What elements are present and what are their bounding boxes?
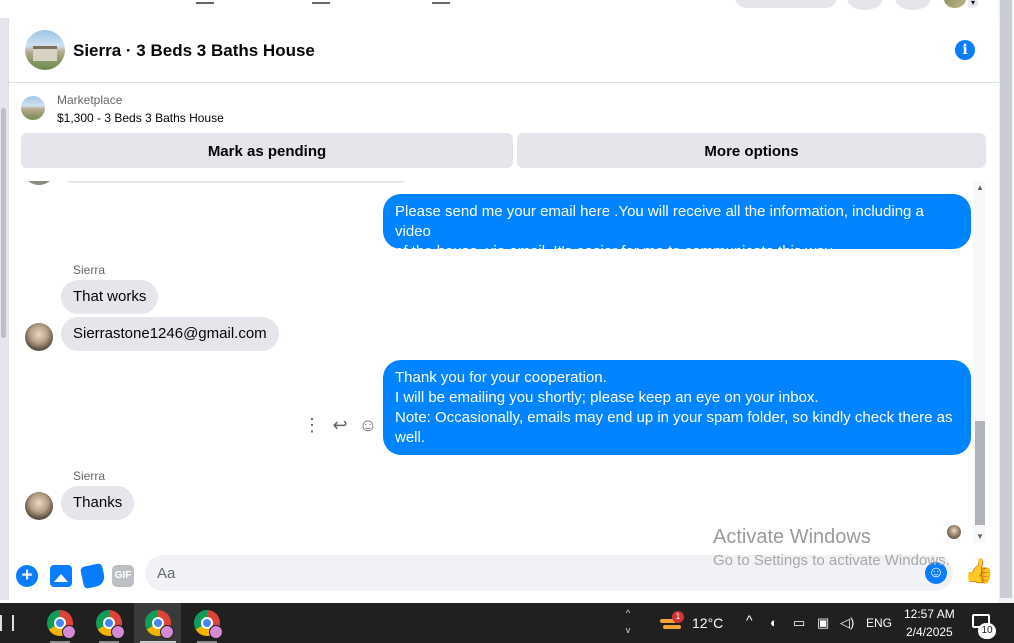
outgoing-message[interactable]: Please send me your email here .You will… [383,194,971,260]
react-icon[interactable]: ☺ [357,414,379,436]
chevron-up-icon[interactable]: ^ [622,605,634,622]
clock-time[interactable]: 12:57 AM [904,607,955,621]
chrome-profile-3-icon[interactable] [145,610,174,639]
marketplace-label: Marketplace [57,93,123,107]
marketplace-banner: Marketplace $1,300 - 3 Beds 3 Baths Hous… [9,83,999,181]
info-icon[interactable]: i [955,40,975,60]
page-scrollbar[interactable] [998,0,1014,603]
meet-now-icon[interactable]: ◐ [770,615,778,630]
conversation-avatar[interactable] [25,30,65,70]
message-text: Please send me your email here .You will… [395,203,924,240]
message-text: I will be emailing you shortly; please k… [395,389,819,406]
scroll-down-arrow-icon[interactable]: ▼ [976,532,984,541]
network-icon[interactable]: ▣ [817,615,829,631]
notification-count-badge: 10 [978,623,996,639]
chrome-profile-4-icon[interactable] [194,610,223,639]
groups-icon[interactable] [432,0,450,4]
outgoing-message[interactable]: Thank you for your cooperation. I will b… [383,360,971,455]
scroll-up-arrow-icon[interactable]: ▲ [976,183,984,192]
show-hidden-icons-icon[interactable]: ^ [746,612,753,628]
message-text: Note: Occasionally, emails may end up in… [395,409,953,426]
sender-name: Sierra [73,469,106,483]
incoming-message[interactable]: That works [61,280,159,314]
battery-icon[interactable]: ▭ [793,615,805,631]
read-receipt-avatar [947,525,961,539]
message-composer: + GIF ☺ 👍 [9,552,999,600]
tray-scroll-arrows[interactable]: ^ v [622,605,634,639]
weather-temperature[interactable]: 12°C [692,615,723,631]
sender-name: Sierra [73,263,106,277]
reply-icon[interactable]: ↩ [329,414,351,436]
photo-icon[interactable] [50,565,72,587]
windows-taskbar: ^ v 1 12°C ^ ◐ ▭ ▣ ◁) ENG 12:57 AM 2/4/2… [0,603,1014,643]
chrome-profile-1-icon[interactable] [47,610,76,639]
message-text: well. [395,429,426,446]
chat-header: Sierra · 3 Beds 3 Baths House i [9,18,999,83]
volume-icon[interactable]: ◁) [840,615,854,631]
chevron-down-icon[interactable]: ▾ [968,0,978,8]
task-view-icon[interactable] [0,615,14,631]
message-input[interactable] [145,555,953,591]
sender-avatar[interactable] [25,492,53,520]
more-options-button[interactable]: More options [517,133,986,168]
message-scrollbar[interactable]: ▲ ▼ [973,181,985,543]
gif-icon[interactable]: GIF [112,565,134,587]
messenger-icon[interactable] [847,0,883,10]
partial-avatar [25,181,53,185]
find-friends-button[interactable] [735,0,837,8]
sticker-icon[interactable] [79,562,107,590]
more-actions-icon[interactable]: ⋮ [301,414,323,436]
chevron-down-icon[interactable]: v [622,622,634,639]
weather-badge: 1 [672,611,684,623]
listing-thumbnail[interactable] [21,96,45,120]
message-text: Thank you for your cooperation. [395,369,607,386]
chat-window: Sierra · 3 Beds 3 Baths House i Marketpl… [8,18,999,600]
emoji-icon[interactable]: ☺ [925,562,947,584]
sender-avatar[interactable] [25,323,53,351]
home-icon[interactable] [196,0,214,4]
facebook-top-bar: ▾ [0,0,998,19]
account-avatar[interactable] [944,0,966,8]
mark-as-pending-button[interactable]: Mark as pending [21,133,513,168]
incoming-message[interactable]: Thanks [61,486,135,520]
chrome-profile-2-icon[interactable] [96,610,125,639]
notifications-icon[interactable] [895,0,931,10]
incoming-message[interactable]: Sierrastone1246@gmail.com [61,317,279,351]
thumbs-up-icon[interactable]: 👍 [964,558,994,586]
partial-message-bubble [61,181,411,183]
message-list[interactable]: Please send me your email here .You will… [9,181,985,543]
message-actions: ⋮ ↩ ☺ [301,414,381,436]
message-text: of the house, via email. It's easier for… [395,243,833,260]
message-scrollbar-thumb[interactable] [975,421,985,525]
page-left-edge [0,18,8,600]
plus-icon[interactable]: + [16,565,38,587]
clock-date[interactable]: 2/4/2025 [906,625,953,639]
page-scrollbar-thumb[interactable] [1000,0,1012,598]
conversation-title[interactable]: Sierra · 3 Beds 3 Baths House [73,41,315,61]
input-language[interactable]: ENG [866,616,892,630]
listing-title[interactable]: $1,300 - 3 Beds 3 Baths House [57,111,224,125]
video-icon[interactable] [312,0,330,4]
page-left-scroll-thumb[interactable] [1,108,6,338]
